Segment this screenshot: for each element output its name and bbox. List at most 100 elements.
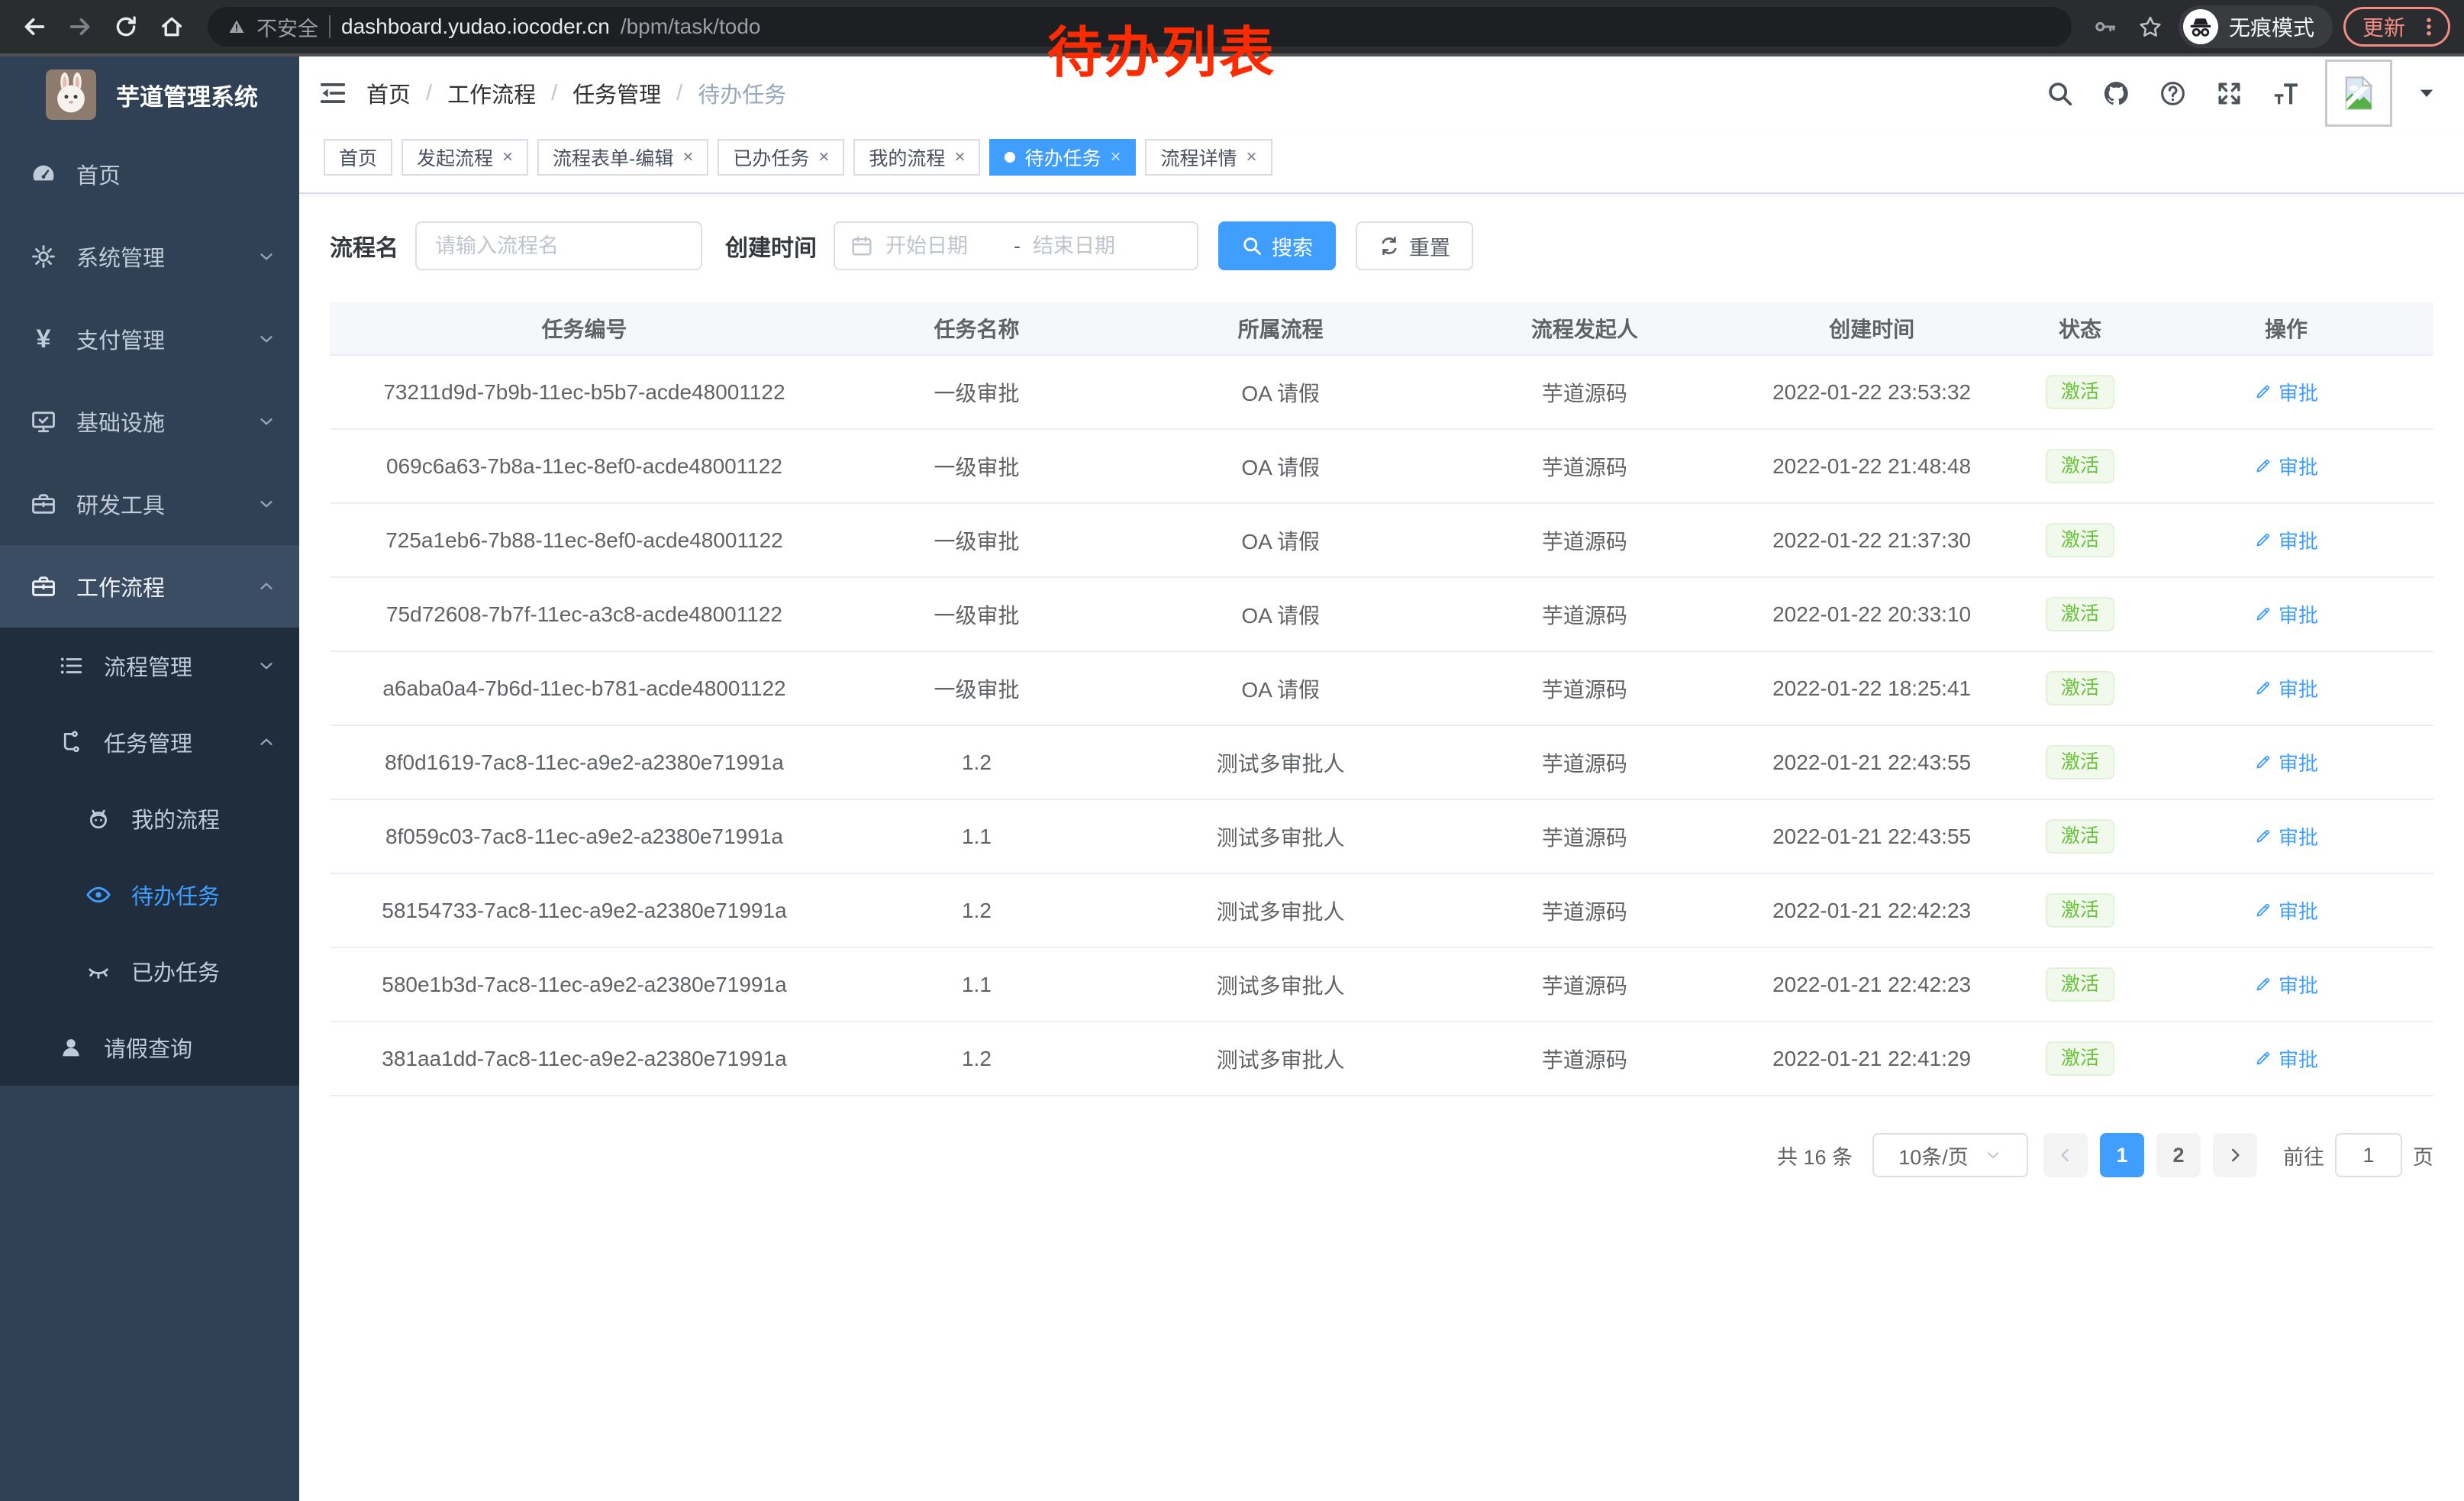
table-header-row: 任务编号任务名称所属流程流程发起人创建时间状态操作 <box>330 302 2433 356</box>
approve-link[interactable]: 审批 <box>2254 970 2318 999</box>
table-cell: 一级审批 <box>839 599 1114 630</box>
approve-label: 审批 <box>2279 822 2318 851</box>
approve-link[interactable]: 审批 <box>2254 896 2318 925</box>
sidebar-item-system[interactable]: 系统管理 <box>0 215 299 298</box>
approve-label: 审批 <box>2279 452 2318 480</box>
breadcrumb-item[interactable]: 任务管理 <box>572 77 661 109</box>
tab-已办任务[interactable]: 已办任务× <box>718 139 844 176</box>
column-header: 所属流程 <box>1114 313 1446 344</box>
sidebar-item-process-mgmt[interactable]: 流程管理 <box>0 628 299 704</box>
approve-link[interactable]: 审批 <box>2254 378 2318 406</box>
breadcrumb-item[interactable]: 工作流程 <box>447 77 536 109</box>
page-button-2[interactable]: 2 <box>2156 1133 2201 1177</box>
tab-流程表单-编辑[interactable]: 流程表单-编辑× <box>537 139 708 176</box>
header-search-button[interactable] <box>2043 76 2076 110</box>
sidebar-item-devtools[interactable]: 研发工具 <box>0 463 299 545</box>
sidebar-item-payment[interactable]: ¥支付管理 <box>0 298 299 380</box>
table-cell: 测试多审批人 <box>1114 1044 1446 1074</box>
close-icon[interactable]: × <box>682 147 693 168</box>
action-cell: 审批 <box>2139 378 2433 407</box>
incognito-badge: 无痕模式 <box>2179 5 2333 48</box>
sidebar-item-label: 我的流程 <box>131 802 220 834</box>
sidebar-item-done-task[interactable]: 已办任务 <box>0 933 299 1009</box>
close-icon[interactable]: × <box>1247 147 1257 168</box>
filter-form: 流程名 创建时间 - 搜索 重置 <box>330 221 2433 270</box>
tab-流程详情[interactable]: 流程详情× <box>1145 139 1272 176</box>
table-cell: 725a1eb6-7b88-11ec-8ef0-acde48001122 <box>330 528 839 553</box>
table-cell: 一级审批 <box>839 377 1114 408</box>
sidebar-item-workflow[interactable]: 工作流程 <box>0 545 299 628</box>
prev-page-button[interactable] <box>2043 1133 2088 1177</box>
tab-我的流程[interactable]: 我的流程× <box>853 139 980 176</box>
approve-link[interactable]: 审批 <box>2254 822 2318 851</box>
active-tab-dot <box>1005 152 1015 163</box>
github-link-button[interactable] <box>2099 76 2133 110</box>
tab-发起流程[interactable]: 发起流程× <box>402 139 528 176</box>
sidebar-toggle-button[interactable] <box>310 70 356 116</box>
browser-home-button[interactable] <box>151 6 192 47</box>
help-button[interactable] <box>2156 76 2189 110</box>
page-content: 流程名 创建时间 - 搜索 重置 任务编号任务 <box>299 194 2464 1223</box>
sidebar-item-my-process[interactable]: 我的流程 <box>0 780 299 857</box>
reset-button[interactable]: 重置 <box>1356 221 1473 270</box>
fullscreen-button[interactable] <box>2212 76 2246 110</box>
approve-link[interactable]: 审批 <box>2254 748 2318 776</box>
table-cell: 1.1 <box>839 825 1114 849</box>
table-row: 381aa1dd-7ac8-11ec-a9e2-a2380e71991a1.2测… <box>330 1022 2433 1096</box>
sidebar-item-label: 系统管理 <box>76 240 165 273</box>
sidebar-item-todo-task[interactable]: 待办任务 <box>0 857 299 933</box>
page-button-1[interactable]: 1 <box>2100 1133 2144 1177</box>
fullscreen-icon <box>2215 79 2243 108</box>
approve-link[interactable]: 审批 <box>2254 674 2318 702</box>
search-button[interactable]: 搜索 <box>1218 221 1336 270</box>
approve-link[interactable]: 审批 <box>2254 1044 2318 1073</box>
close-icon[interactable]: × <box>502 147 513 168</box>
browser-toolbar: 不安全 dashboard.yudao.iocoder.cn /bpm/task… <box>0 0 2464 56</box>
status-cell: 激活 <box>2021 893 2139 928</box>
start-date-input[interactable] <box>884 234 1003 259</box>
address-bar[interactable]: 不安全 dashboard.yudao.iocoder.cn /bpm/task… <box>208 7 2072 47</box>
sidebar-item-leave-query[interactable]: 请假查询 <box>0 1009 299 1086</box>
table-cell: 2022-01-22 18:25:41 <box>1722 676 2021 701</box>
breadcrumb-item[interactable]: 首页 <box>366 77 411 109</box>
tab-首页[interactable]: 首页 <box>324 139 392 176</box>
close-icon[interactable]: × <box>954 147 965 168</box>
page-size-select[interactable]: 10条/页 <box>1872 1133 2028 1177</box>
sidebar-item-label: 已办任务 <box>131 955 220 987</box>
close-icon[interactable]: × <box>818 147 829 168</box>
github-icon <box>2102 79 2130 108</box>
sidebar-item-home[interactable]: 首页 <box>0 133 299 215</box>
approve-link[interactable]: 审批 <box>2254 526 2318 554</box>
help-icon <box>2159 79 2187 108</box>
toolbox-icon <box>31 573 56 599</box>
browser-update-menu-button[interactable]: 更新 <box>2343 7 2450 47</box>
status-cell: 激活 <box>2021 967 2139 1002</box>
process-name-input[interactable] <box>415 221 702 270</box>
browser-back-button[interactable] <box>14 6 55 47</box>
sidebar-item-infra[interactable]: 基础设施 <box>0 380 299 463</box>
approve-link[interactable]: 审批 <box>2254 452 2318 480</box>
tab-待办任务[interactable]: 待办任务× <box>989 139 1136 176</box>
status-badge: 激活 <box>2046 523 2114 557</box>
avatar-caret-icon[interactable] <box>2415 82 2438 105</box>
browser-reload-button[interactable] <box>105 6 147 47</box>
browser-forward-button[interactable] <box>60 6 101 47</box>
sidebar-item-task-mgmt[interactable]: 任务管理 <box>0 704 299 780</box>
user-avatar[interactable] <box>2325 60 2392 127</box>
end-date-input[interactable] <box>1031 234 1150 259</box>
app-logo[interactable]: 芋道管理系统 <box>0 56 299 133</box>
close-icon[interactable]: × <box>1110 147 1121 168</box>
password-manager-button[interactable] <box>2087 9 2122 44</box>
date-range-picker[interactable]: - <box>834 221 1198 270</box>
column-header: 任务名称 <box>839 313 1114 344</box>
range-separator: - <box>1014 234 1021 258</box>
bookmark-button[interactable] <box>2133 9 2168 44</box>
table-row: 75d72608-7b7f-11ec-a3c8-acde48001122一级审批… <box>330 578 2433 652</box>
next-page-button[interactable] <box>2213 1133 2257 1177</box>
goto-page-input[interactable] <box>2335 1133 2402 1177</box>
approve-link[interactable]: 审批 <box>2254 600 2318 628</box>
edit-icon <box>2254 1049 2272 1067</box>
breadcrumb-item: 待办任务 <box>698 77 786 109</box>
tab-label: 首页 <box>339 144 377 171</box>
font-size-button[interactable] <box>2269 76 2302 110</box>
